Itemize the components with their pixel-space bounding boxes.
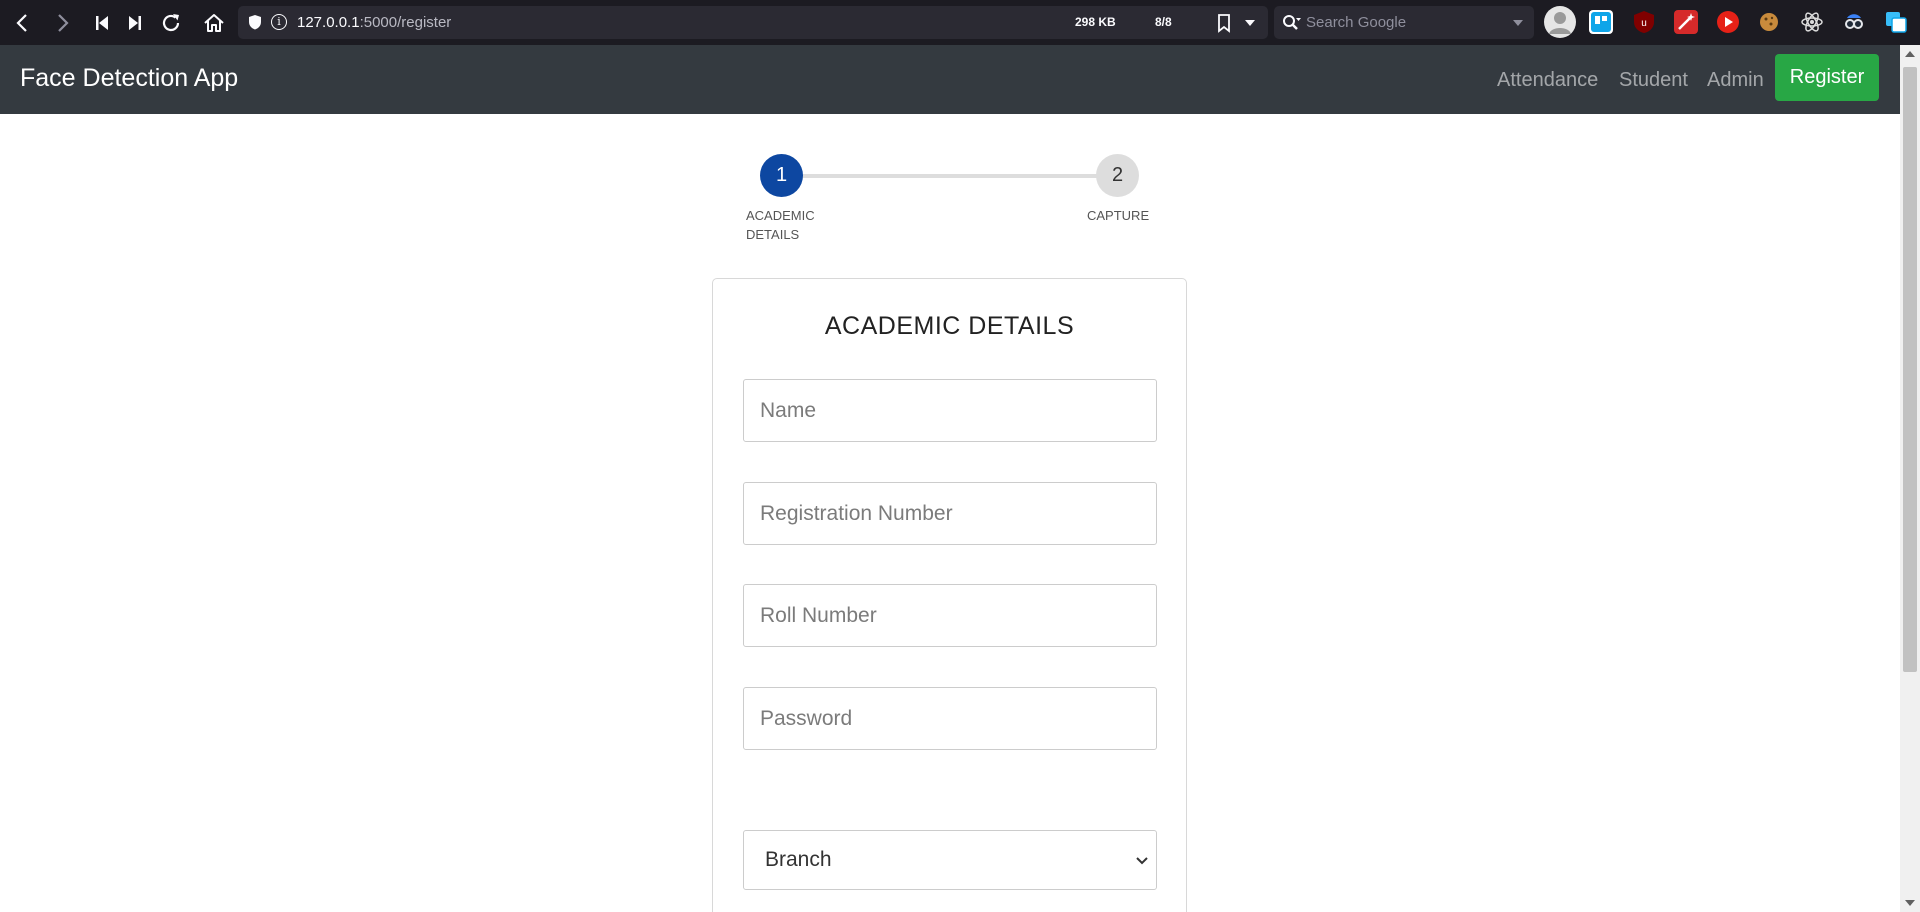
academic-details-card: ACADEMIC DETAILS Branch bbox=[712, 278, 1187, 912]
search-input[interactable] bbox=[1306, 9, 1506, 35]
chevron-down-icon bbox=[1136, 857, 1148, 865]
registration-number-input[interactable] bbox=[743, 482, 1157, 545]
step-1-label: ACADEMIC DETAILS bbox=[746, 206, 815, 244]
page-size-indicator: 298 KB bbox=[1075, 15, 1116, 29]
translate-extension-icon[interactable] bbox=[1884, 10, 1908, 34]
nav-link-attendance[interactable]: Attendance bbox=[1497, 69, 1598, 92]
back-icon[interactable] bbox=[8, 9, 36, 37]
step-1-indicator: 1 bbox=[760, 154, 803, 197]
register-button[interactable]: Register bbox=[1775, 54, 1879, 101]
ublock-origin-icon[interactable]: u bbox=[1632, 10, 1656, 34]
nav-link-admin[interactable]: Admin bbox=[1707, 69, 1764, 92]
scroll-up-arrow-icon[interactable] bbox=[1905, 51, 1915, 57]
step-1-label-line2: DETAILS bbox=[746, 227, 800, 242]
forward-icon[interactable] bbox=[49, 9, 77, 37]
brand-title[interactable]: Face Detection App bbox=[20, 64, 238, 93]
react-devtools-icon[interactable] bbox=[1800, 10, 1824, 34]
browser-toolbar: i 127.0.0.1:5000/register 298 KB 8/8 u bbox=[0, 0, 1920, 45]
password-input[interactable] bbox=[743, 687, 1157, 750]
scroll-down-arrow-icon[interactable] bbox=[1905, 900, 1915, 906]
page-count-indicator: 8/8 bbox=[1155, 15, 1172, 29]
skip-forward-icon[interactable] bbox=[121, 9, 149, 37]
url-text[interactable]: 127.0.0.1:5000/register bbox=[297, 14, 451, 31]
stepper-progress-line bbox=[780, 174, 1117, 178]
name-input[interactable] bbox=[743, 379, 1157, 442]
branch-select[interactable]: Branch bbox=[743, 830, 1157, 890]
reload-icon[interactable] bbox=[157, 9, 185, 37]
skip-back-icon[interactable] bbox=[88, 9, 116, 37]
search-icon bbox=[1283, 15, 1301, 30]
bookmark-icon[interactable] bbox=[1216, 13, 1232, 33]
search-bar[interactable] bbox=[1274, 6, 1534, 39]
step-1-label-line1: ACADEMIC bbox=[746, 208, 815, 223]
profile-avatar-icon[interactable] bbox=[1544, 6, 1576, 38]
form-title: ACADEMIC DETAILS bbox=[824, 312, 1075, 340]
roll-number-input[interactable] bbox=[743, 584, 1157, 647]
youtube-icon[interactable] bbox=[1716, 10, 1740, 34]
search-dropdown-icon[interactable] bbox=[1512, 19, 1524, 27]
cookie-extension-icon[interactable] bbox=[1757, 10, 1781, 34]
magic-wand-extension-icon[interactable] bbox=[1674, 10, 1698, 34]
shield-icon[interactable] bbox=[248, 14, 262, 30]
url-dropdown-icon[interactable] bbox=[1244, 18, 1256, 28]
step-2-indicator: 2 bbox=[1096, 154, 1139, 197]
branch-select-value: Branch bbox=[765, 848, 832, 871]
home-icon[interactable] bbox=[200, 9, 228, 37]
spy-glasses-extension-icon[interactable] bbox=[1842, 10, 1866, 34]
nav-link-student[interactable]: Student bbox=[1619, 69, 1688, 92]
url-host: 127.0.0.1 bbox=[297, 14, 360, 31]
scrollbar-thumb[interactable] bbox=[1903, 67, 1917, 672]
step-2-label: CAPTURE bbox=[1087, 208, 1150, 223]
page-scrollbar[interactable] bbox=[1900, 45, 1920, 912]
url-bar[interactable]: i 127.0.0.1:5000/register 298 KB 8/8 bbox=[238, 6, 1268, 39]
app-navbar: Face Detection App Attendance Student Ad… bbox=[0, 45, 1900, 114]
info-icon[interactable]: i bbox=[271, 14, 287, 30]
extension-trello-icon[interactable] bbox=[1589, 10, 1613, 34]
url-path: :5000/register bbox=[359, 14, 452, 31]
svg-text:u: u bbox=[1641, 18, 1647, 29]
